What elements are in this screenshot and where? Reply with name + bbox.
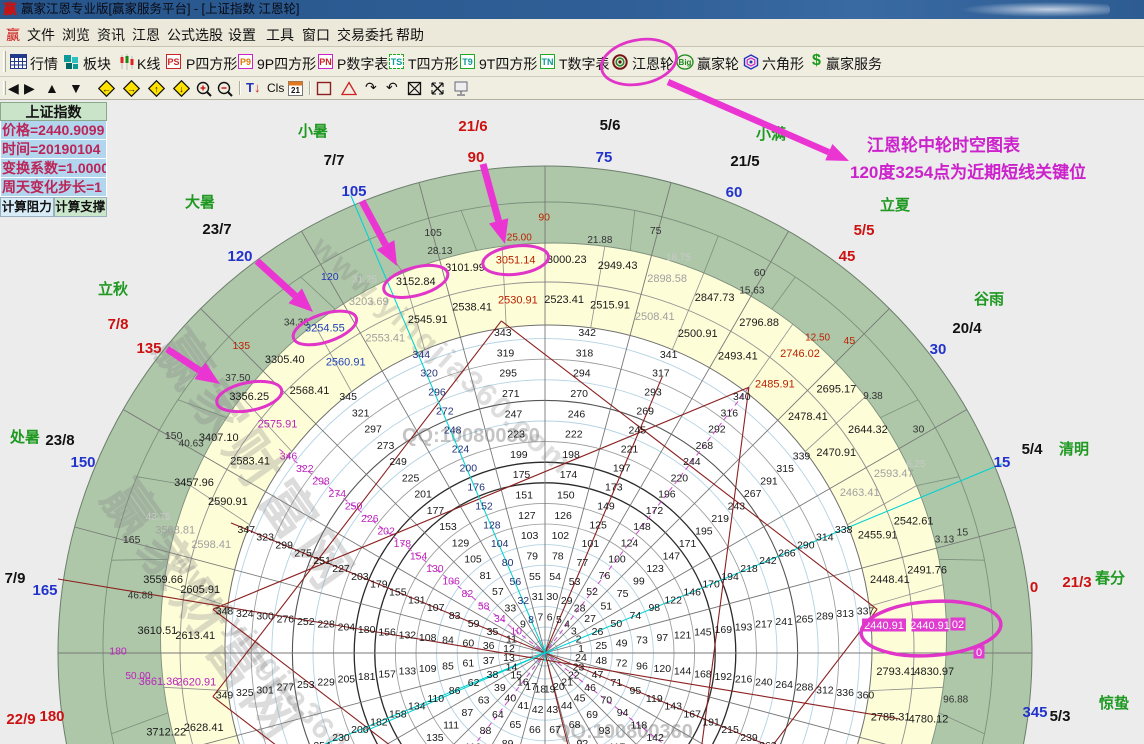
svg-text:江恩轮中轮时空图表: 江恩轮中轮时空图表 [867, 135, 1021, 155]
svg-text:120度3254点为近期短线关键位: 120度3254点为近期短线关键位 [850, 162, 1086, 182]
